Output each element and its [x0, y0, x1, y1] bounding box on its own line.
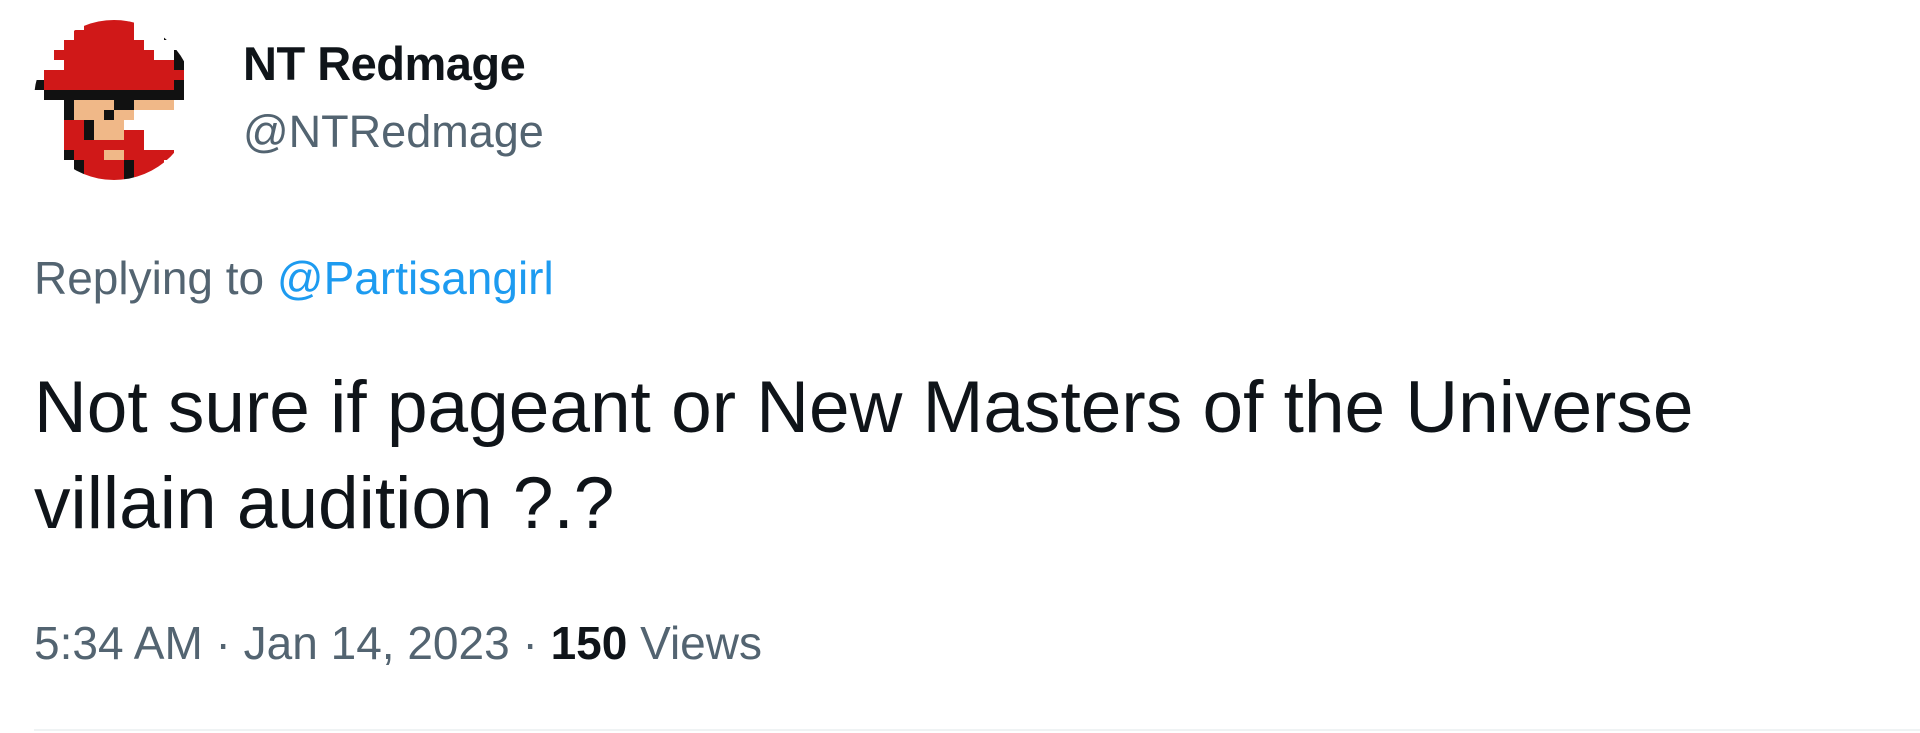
divider [34, 729, 1920, 731]
views-label: Views [627, 617, 762, 669]
author-handle[interactable]: @NTRedmage [243, 106, 544, 158]
tweet-timestamp-link[interactable]: 5:34 AM · Jan 14, 2023 [34, 617, 510, 669]
meta-separator: · [509, 617, 551, 669]
tweet-date: Jan 14, 2023 [243, 617, 510, 669]
replying-to-label: Replying to [34, 252, 277, 304]
views-count: 150 [550, 617, 628, 669]
tweet-card: NT Redmage @NTRedmage Replying to @Parti… [0, 0, 1920, 733]
avatar[interactable] [34, 20, 194, 180]
author-display-name[interactable]: NT Redmage [243, 36, 526, 91]
reply-mention-link[interactable]: @Partisangirl [277, 252, 554, 304]
meta-separator: · [202, 617, 244, 669]
tweet-time: 5:34 AM [34, 617, 203, 669]
red-mage-avatar-icon [34, 20, 184, 180]
replying-to-line: Replying to @Partisangirl [34, 251, 554, 305]
tweet-text: Not sure if pageant or New Masters of th… [34, 367, 1694, 544]
tweet-meta: 5:34 AM · Jan 14, 2023 · 150 Views [34, 616, 762, 670]
